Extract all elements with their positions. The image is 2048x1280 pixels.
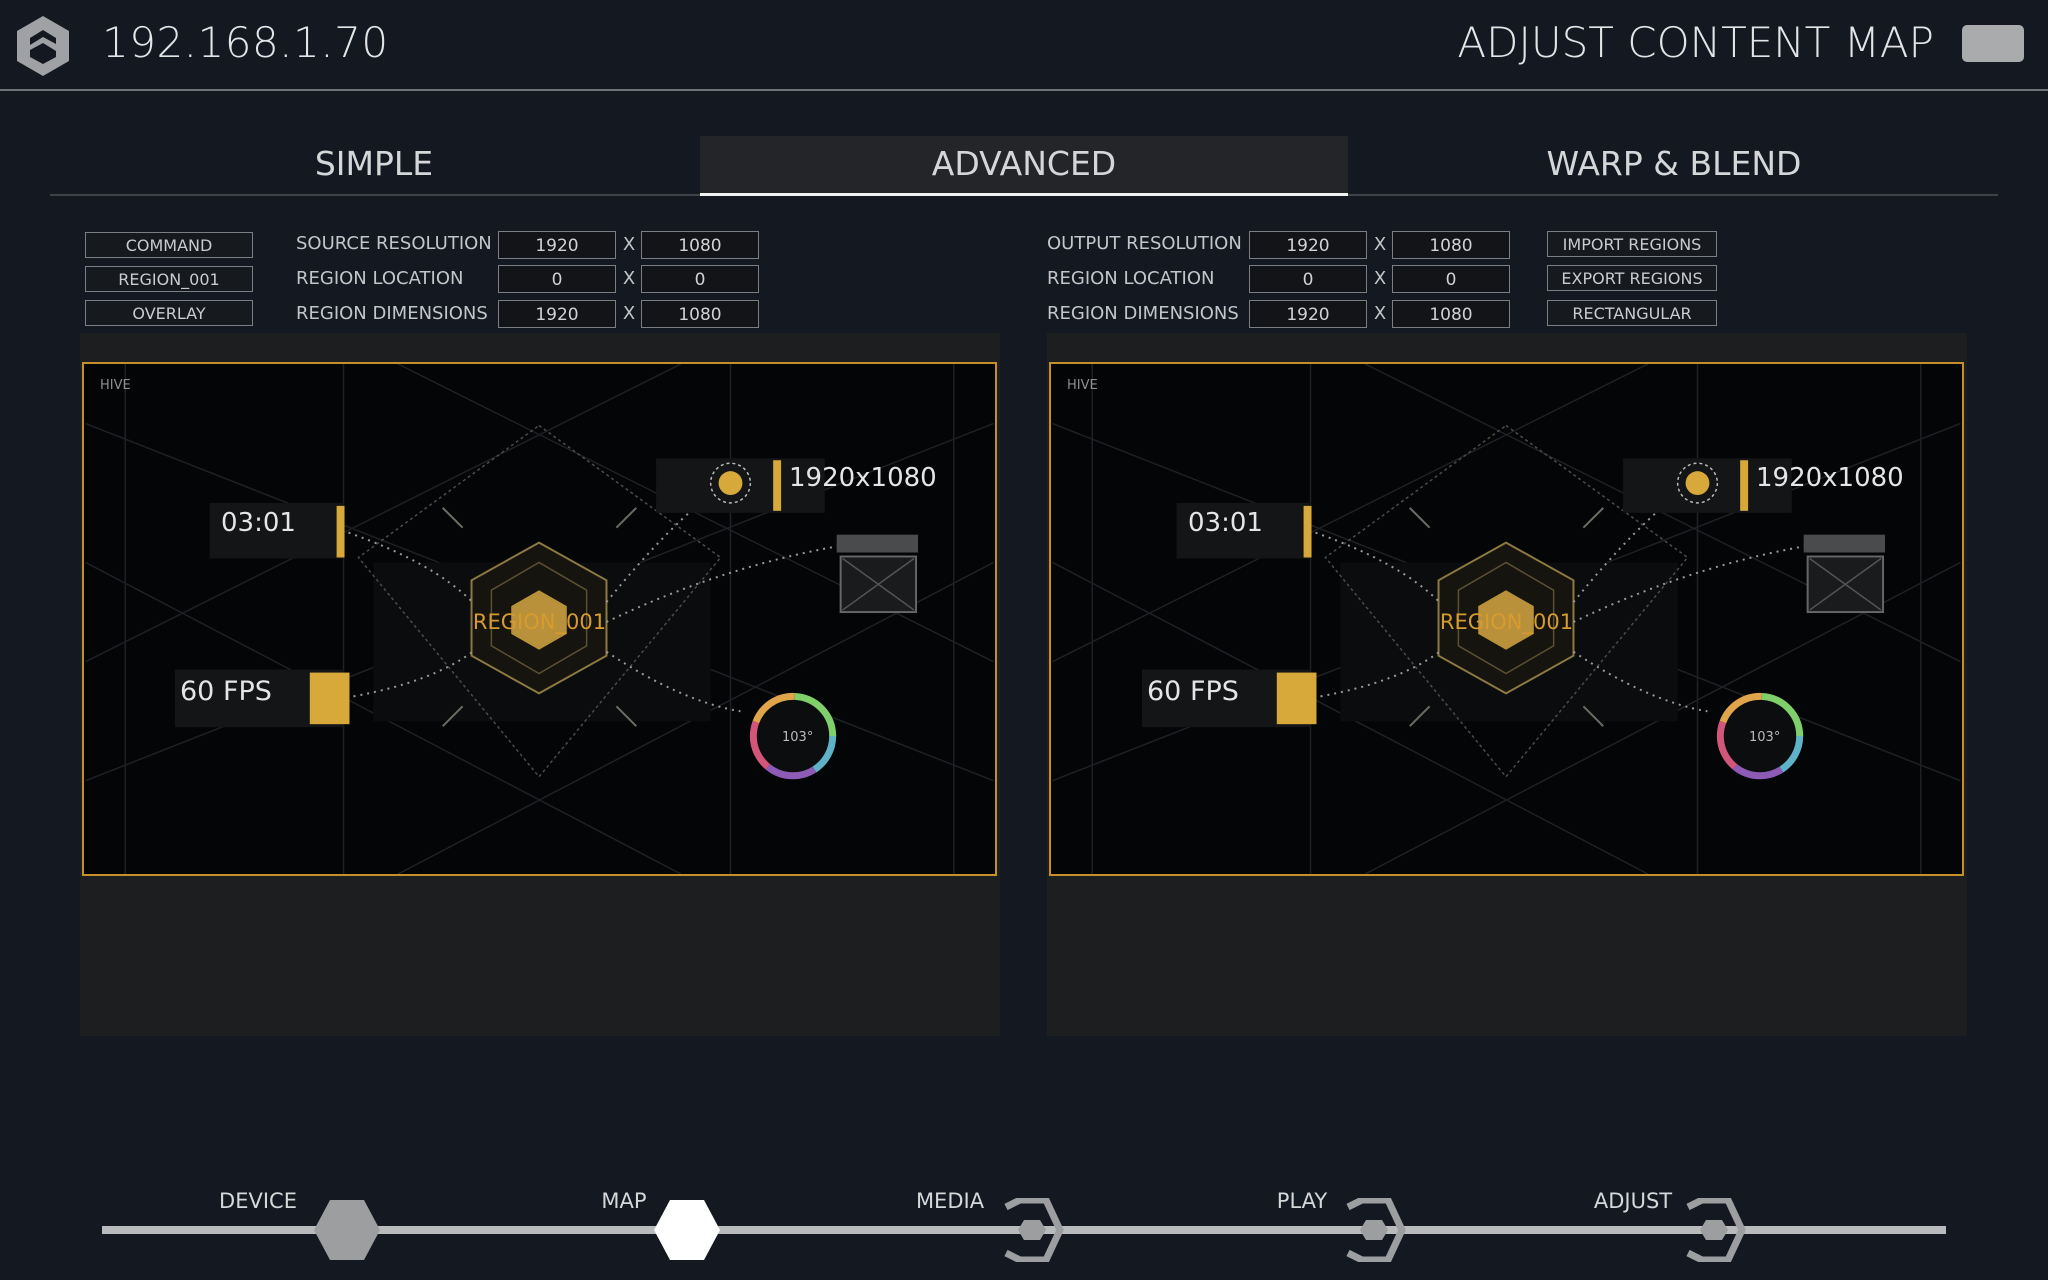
output-region-location-label: REGION LOCATION	[1047, 268, 1215, 289]
region-dimensions-width-field[interactable]: 1920	[498, 300, 616, 328]
output-region-location-y-field[interactable]: 0	[1392, 265, 1510, 293]
preview-resolution: 1920x1080	[1756, 463, 1904, 493]
x-separator: X	[622, 234, 636, 255]
step-node-play-hook-icon[interactable]	[1342, 1198, 1408, 1262]
mode-tabs: SIMPLE ADVANCED WARP & BLEND	[50, 136, 1998, 196]
preview-fps: 60 FPS	[1147, 676, 1239, 707]
preview-corner-text: HIVE	[100, 378, 131, 393]
preview-time: 03:01	[1188, 508, 1263, 538]
header-bar: 192.168.1.70 ADJUST CONTENT MAP	[0, 0, 2048, 91]
source-preview[interactable]: HIVE 03:01 60 FPS 1920x1080 103° REGION_…	[82, 362, 997, 876]
step-label-adjust: ADJUST	[1593, 1189, 1673, 1213]
preview-graphic	[1052, 364, 1961, 874]
region-location-y-field[interactable]: 0	[641, 265, 759, 293]
rectangular-button[interactable]: RECTANGULAR	[1547, 300, 1717, 326]
output-panel: HIVE 03:01 60 FPS 1920x1080 103° REGION_…	[1047, 333, 1967, 1036]
region-location-x-field[interactable]: 0	[498, 265, 616, 293]
preview-angle: 103°	[1749, 730, 1781, 745]
step-node-device-hex-icon[interactable]	[312, 1198, 382, 1262]
step-node-media-hook-icon[interactable]	[1000, 1198, 1066, 1262]
workflow-timeline: DEVICE MAP MEDIA PLAY ADJUST	[0, 1180, 2048, 1280]
output-preview[interactable]: HIVE 03:01 60 FPS 1920x1080 103° REGION_…	[1049, 362, 1964, 876]
step-label-map: MAP	[601, 1189, 647, 1213]
x-separator: X	[622, 303, 636, 324]
x-separator: X	[622, 268, 636, 289]
preview-fps: 60 FPS	[180, 676, 272, 707]
step-label-play: PLAY	[1276, 1189, 1328, 1213]
region-dimensions-label: REGION DIMENSIONS	[296, 303, 488, 324]
x-separator: X	[1373, 268, 1387, 289]
step-label-device: DEVICE	[219, 1189, 297, 1213]
source-panel: HIVE 03:01 60 FPS 1920x1080 103° REGION_…	[80, 333, 1000, 1036]
preview-graphic	[85, 364, 994, 874]
output-resolution-height-field[interactable]: 1080	[1392, 231, 1510, 259]
step-node-adjust-hook-icon[interactable]	[1682, 1198, 1748, 1262]
step-label-media: MEDIA	[915, 1189, 985, 1213]
overlay-button[interactable]: OVERLAY	[85, 300, 253, 326]
x-separator: X	[1373, 234, 1387, 255]
output-region-dimensions-label: REGION DIMENSIONS	[1047, 303, 1239, 324]
preview-resolution: 1920x1080	[789, 463, 937, 493]
tab-simple[interactable]: SIMPLE	[50, 136, 698, 194]
output-region-location-x-field[interactable]: 0	[1249, 265, 1367, 293]
step-node-map-hex-icon[interactable]	[652, 1198, 722, 1262]
device-ip: 192.168.1.70	[102, 18, 389, 67]
preview-corner-text: HIVE	[1067, 378, 1098, 393]
preview-angle: 103°	[782, 730, 814, 745]
output-resolution-label: OUTPUT RESOLUTION	[1047, 233, 1242, 254]
export-regions-button[interactable]: EXPORT REGIONS	[1547, 265, 1717, 291]
tab-advanced[interactable]: ADVANCED	[700, 136, 1348, 196]
region-select-button[interactable]: REGION_001	[85, 266, 253, 292]
x-separator: X	[1373, 303, 1387, 324]
source-resolution-label: SOURCE RESOLUTION	[296, 233, 492, 254]
region-dimensions-height-field[interactable]: 1080	[641, 300, 759, 328]
region-location-label: REGION LOCATION	[296, 268, 464, 289]
output-region-dimensions-height-field[interactable]: 1080	[1392, 300, 1510, 328]
output-resolution-width-field[interactable]: 1920	[1249, 231, 1367, 259]
menu-toggle-button[interactable]	[1962, 25, 2024, 62]
output-region-dimensions-width-field[interactable]: 1920	[1249, 300, 1367, 328]
command-button[interactable]: COMMAND	[85, 232, 253, 258]
import-regions-button[interactable]: IMPORT REGIONS	[1547, 231, 1717, 257]
source-resolution-height-field[interactable]: 1080	[641, 231, 759, 259]
tab-warp-blend[interactable]: WARP & BLEND	[1350, 136, 1998, 194]
page-title: ADJUST CONTENT MAP	[1457, 18, 1934, 67]
source-resolution-width-field[interactable]: 1920	[498, 231, 616, 259]
hive-logo-icon[interactable]	[14, 14, 72, 78]
preview-time: 03:01	[221, 508, 296, 538]
